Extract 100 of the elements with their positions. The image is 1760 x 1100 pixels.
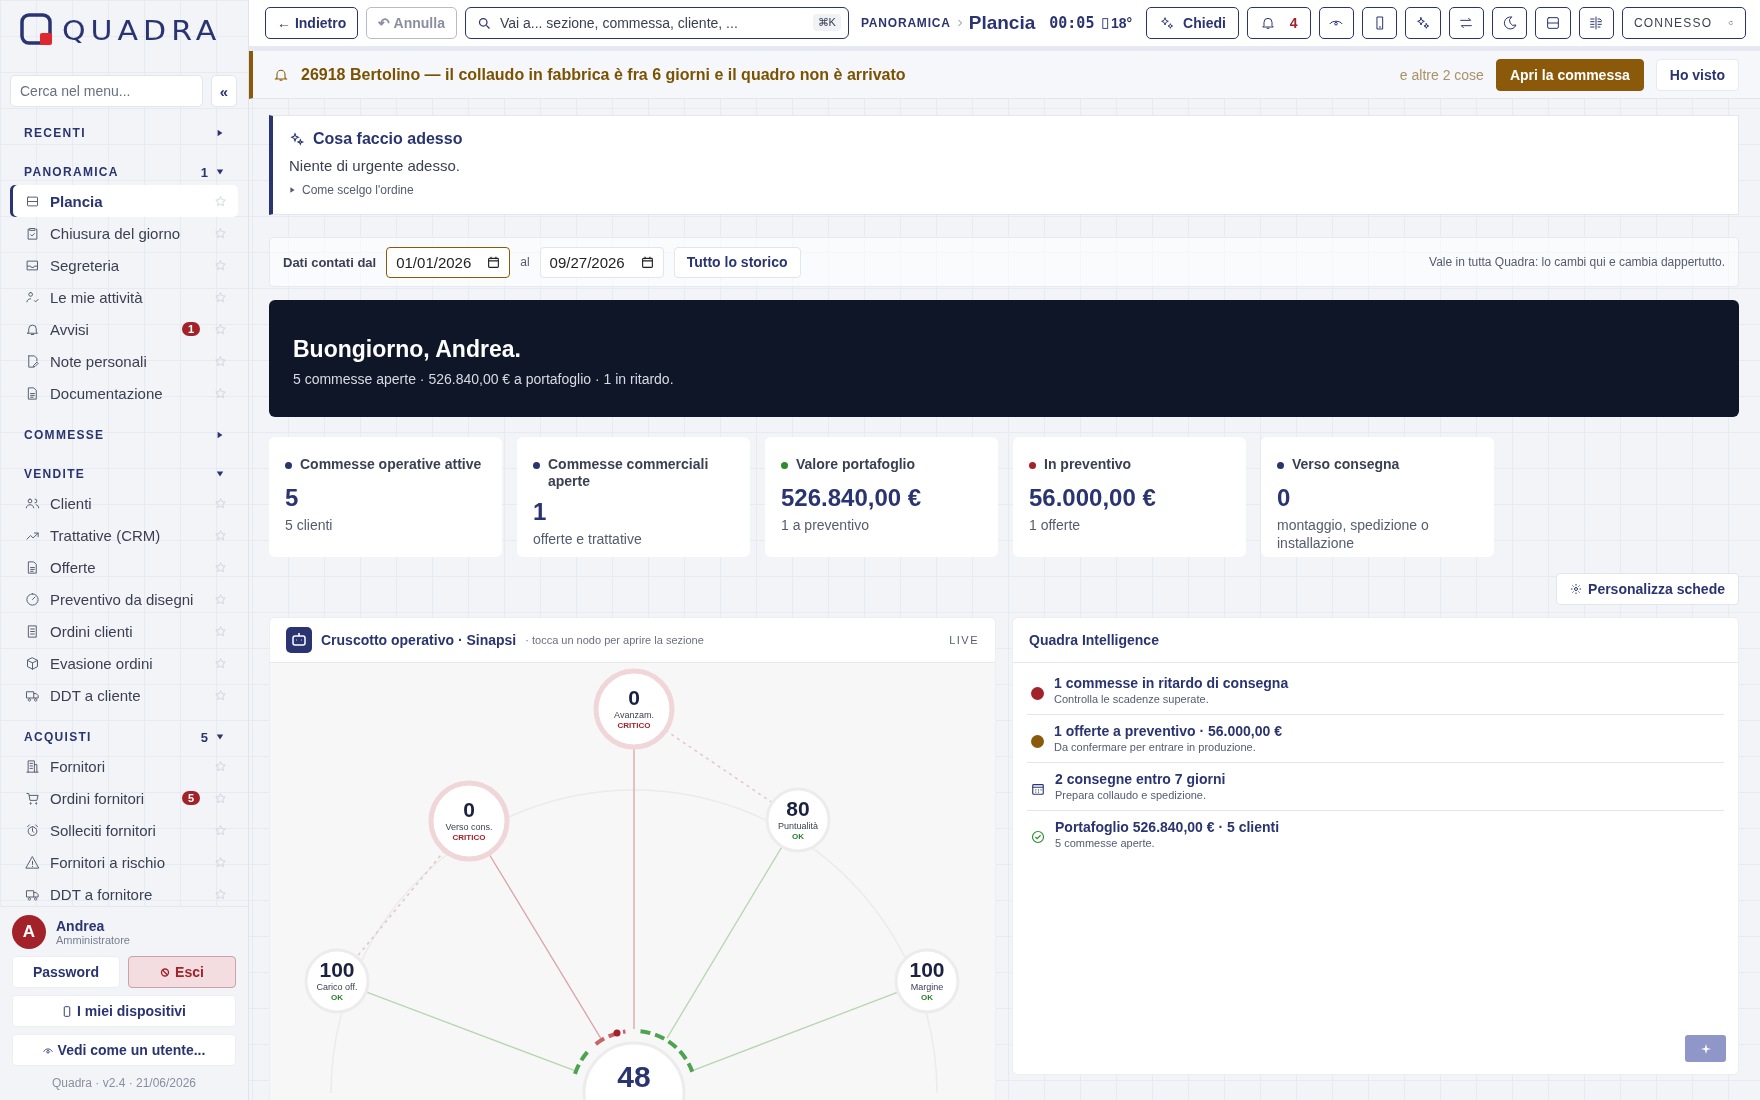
nav-item[interactable]: Note personali (10, 345, 238, 377)
nav-item[interactable]: Preventivo da disegni (10, 583, 238, 615)
nav-item[interactable]: Solleciti fornitori (10, 814, 238, 846)
caret-icon[interactable] (216, 168, 224, 176)
nav-item[interactable]: DDT a fornitore (10, 878, 238, 906)
insight-detail: Da confermare per entrare in produzione. (1054, 741, 1257, 753)
node-circle[interactable] (304, 948, 370, 1014)
layout-button[interactable] (1535, 7, 1571, 39)
caret-icon[interactable] (216, 431, 224, 439)
nav-item[interactable]: Chiusura del giorno (10, 217, 238, 249)
star-icon[interactable] (214, 592, 227, 606)
group-title[interactable]: ACQUISTI (24, 730, 201, 744)
node-circle[interactable] (894, 948, 960, 1014)
kpi-card[interactable]: Verso consegna 0 montaggio, spedizione o installazione (1261, 437, 1494, 557)
star-icon[interactable] (214, 624, 227, 638)
node-label: Margine (910, 982, 944, 992)
node-circle[interactable] (765, 787, 831, 853)
notifications-button[interactable]: 4 (1246, 7, 1311, 39)
nav-item[interactable]: Fornitori (10, 750, 238, 782)
group-title[interactable]: VENDITE (24, 467, 216, 481)
preview-button[interactable] (1318, 7, 1354, 39)
nav-item[interactable]: Ordini fornitori 5 (10, 782, 238, 814)
node-circle[interactable] (593, 668, 675, 750)
kpi-card[interactable]: Commesse operative attive 5 5 clienti (269, 437, 502, 557)
logout-button[interactable]: Esci (128, 956, 236, 988)
date-to-field[interactable]: 09/27/2026 (539, 246, 664, 278)
nav-item[interactable]: Ordini clienti (10, 615, 238, 647)
dismiss-button[interactable]: Ho visto (1655, 58, 1739, 91)
star-icon[interactable] (214, 759, 227, 773)
nav-item[interactable]: Documentazione (10, 377, 238, 409)
star-icon[interactable] (214, 290, 227, 304)
nav-item[interactable]: Clienti (10, 487, 238, 519)
panel-title: Cruscotto operativo · Sinapsi (321, 632, 517, 648)
nav-item[interactable]: Le mie attività (10, 281, 238, 313)
disclosure-toggle[interactable]: Come scelgo l'ordine (289, 183, 1720, 197)
back-button[interactable]: ← Indietro (265, 7, 359, 39)
impersonate-button[interactable]: Vedi come un utente... (12, 1034, 236, 1066)
kpi-card[interactable]: Valore portafoglio 526.840,00 € 1 a preventivo (765, 437, 998, 557)
kpi-subtext: montaggio, spedizione o installazione (1277, 516, 1430, 552)
columns-button[interactable] (1578, 7, 1614, 39)
nav-item[interactable]: Segreteria (10, 249, 238, 281)
logo-icon (20, 13, 54, 47)
insight-item[interactable]: 1 commesse in ritardo di consegna Controlla le scadenze superate. (1027, 667, 1724, 715)
nav-label: Evasione ordini (50, 654, 154, 672)
star-icon[interactable] (214, 656, 227, 670)
star-icon[interactable] (214, 887, 227, 901)
kpi-card[interactable]: In preventivo 56.000,00 € 1 offerte (1013, 437, 1246, 557)
star-icon[interactable] (214, 791, 227, 805)
group-title[interactable]: RECENTI (24, 126, 216, 140)
insight-item[interactable]: 1 offerte a preventivo · 56.000,00 € Da confermare per entrare in produzione. (1027, 715, 1724, 763)
nav-item[interactable]: DDT a cliente (10, 679, 238, 711)
star-icon[interactable] (214, 194, 227, 208)
group-title[interactable]: COMMESSE (24, 428, 216, 442)
star-icon[interactable] (214, 496, 227, 510)
caret-icon[interactable] (216, 129, 224, 137)
panel-icon (25, 193, 40, 209)
customize-button[interactable]: Personalizza schede (1556, 573, 1739, 605)
collapse-button[interactable]: « (211, 75, 237, 107)
alert-more: e altre 2 cose (1399, 66, 1484, 83)
star-icon[interactable] (214, 386, 227, 400)
switch-button[interactable] (1448, 7, 1484, 39)
star-icon[interactable] (214, 258, 227, 272)
nav-item[interactable]: Avvisi 1 (10, 313, 238, 345)
star-icon[interactable] (214, 322, 227, 336)
nav-item[interactable]: Plancia (10, 185, 238, 217)
devices-button[interactable]: I miei dispositivi (12, 995, 236, 1027)
assistant-button[interactable] (1405, 7, 1441, 39)
insight-item[interactable]: 2 consegne entro 7 giorni Prepara collaudo e spedizione. (1027, 763, 1724, 811)
nav-item[interactable]: Evasione ordini (10, 647, 238, 679)
star-icon[interactable] (214, 855, 227, 869)
nav-item[interactable]: Offerte (10, 551, 238, 583)
connection-status-button[interactable]: CONNESSO (1621, 7, 1746, 39)
kpi-card[interactable]: Commesse commerciali aperte 1 offerte e trattative (517, 437, 750, 557)
star-icon[interactable] (214, 528, 227, 542)
node-circle[interactable] (428, 780, 510, 862)
caret-icon[interactable] (216, 733, 224, 741)
ask-button[interactable]: Chiedi (1146, 7, 1239, 39)
star-icon[interactable] (214, 823, 227, 837)
assistant-fab[interactable] (1685, 1035, 1726, 1062)
open-order-button[interactable]: Apri la commessa (1495, 58, 1644, 91)
star-icon[interactable] (214, 560, 227, 574)
breadcrumb-section[interactable]: PANORAMICA (860, 16, 951, 30)
insight-title: 2 consegne entro 7 giorni (1055, 771, 1226, 787)
caret-icon[interactable] (216, 470, 224, 478)
menu-search-field[interactable]: Cerca nel menu... (10, 75, 203, 107)
theme-button[interactable] (1491, 7, 1528, 39)
all-history-button[interactable]: Tutto lo storico (673, 246, 801, 278)
device-button[interactable] (1362, 7, 1398, 39)
insight-item[interactable]: Portafoglio 526.840,00 € · 5 clienti 5 commesse aperte. (1027, 811, 1724, 858)
star-icon[interactable] (214, 688, 227, 702)
star-icon[interactable] (214, 226, 227, 240)
group-title[interactable]: PANORAMICA (24, 165, 201, 179)
document-icon (25, 385, 40, 401)
password-button[interactable]: Password (12, 956, 120, 988)
nav-item[interactable]: Fornitori a rischio (10, 846, 238, 878)
star-icon[interactable] (214, 354, 227, 368)
date-from-field[interactable]: 01/01/2026 (386, 246, 511, 278)
node-status: OK (792, 832, 804, 841)
nav-label: Ordini fornitori (50, 789, 146, 807)
nav-item[interactable]: Trattative (CRM) (10, 519, 238, 551)
